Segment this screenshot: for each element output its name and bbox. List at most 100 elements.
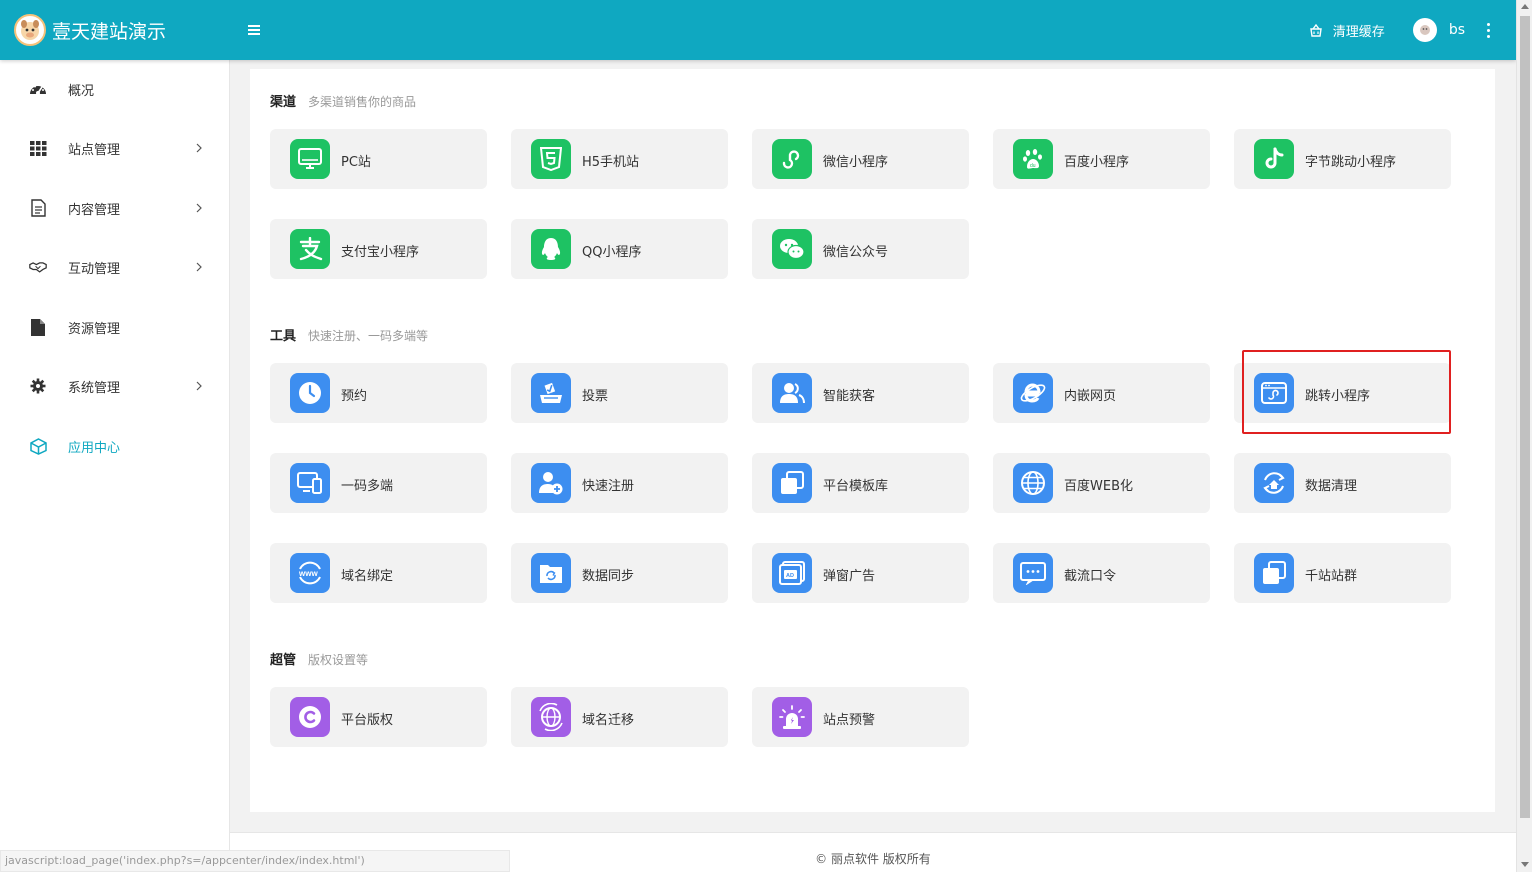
browser-status-url: javascript:load_page('index.php?s=/appce… [0, 850, 510, 872]
app-card-label: 百度WEB化 [1064, 479, 1133, 494]
app-card-label: 微信小程序 [823, 155, 889, 170]
clear-cache-label: 清理缓存 [1332, 24, 1385, 40]
sidebar-item-app-center[interactable]: 应用中心 [0, 426, 230, 466]
users-icon [772, 373, 812, 413]
app-title: 壹天建站演示 [52, 20, 167, 43]
app-card-bytedance-miniprogram[interactable]: 字节跳动小程序 [1234, 129, 1451, 189]
grid-icon [29, 139, 47, 157]
logo[interactable]: 壹天建站演示 [14, 14, 166, 46]
svg-text:AD: AD [786, 573, 794, 579]
app-card-label: 字节跳动小程序 [1305, 155, 1397, 170]
scrollbar-thumb[interactable] [1520, 16, 1530, 818]
copyright-icon [290, 697, 330, 737]
app-card-label: 数据清理 [1305, 479, 1358, 494]
app-card-label: 跳转小程序 [1305, 389, 1371, 404]
app-card-baidu-web[interactable]: 百度WEB化 [993, 453, 1210, 513]
app-card-pc-site[interactable]: PC站 [270, 129, 487, 189]
template-icon [772, 463, 812, 503]
app-card-template-library[interactable]: 平台模板库 [752, 453, 969, 513]
app-card-appointment[interactable]: 预约 [270, 363, 487, 423]
sidebar-item-system-manage[interactable]: 系统管理 [0, 366, 230, 406]
alarm-icon [772, 697, 812, 737]
page-scrollbar[interactable] [1516, 0, 1532, 872]
section-subtitle: 版权设置等 [308, 653, 369, 667]
monitor-icon [290, 139, 330, 179]
handshake-icon [29, 258, 47, 276]
app-card-label: 弹窗广告 [823, 569, 876, 584]
app-card-baidu-miniprogram[interactable]: du 百度小程序 [993, 129, 1210, 189]
app-card-h5-site[interactable]: H5手机站 [511, 129, 728, 189]
app-card-label: 一码多端 [341, 479, 394, 494]
app-card-quick-register[interactable]: 快速注册 [511, 453, 728, 513]
jump-miniprogram-icon [1254, 373, 1294, 413]
app-card-domain-binding[interactable]: www 域名绑定 [270, 543, 487, 603]
chevron-right-icon [196, 262, 202, 272]
chevron-right-icon [196, 203, 202, 213]
app-card-site-alert[interactable]: 站点预警 [752, 687, 969, 747]
app-card-data-clean[interactable]: 数据清理 [1234, 453, 1451, 513]
section-subtitle: 快速注册、一码多端等 [308, 329, 429, 343]
sidebar-item-overview[interactable]: 概况 [0, 69, 230, 109]
scroll-down-icon[interactable] [1521, 862, 1529, 867]
app-card-keyword-intercept[interactable]: 截流口令 [993, 543, 1210, 603]
add-user-icon [531, 463, 571, 503]
sidebar-item-label: 站点管理 [68, 142, 121, 158]
app-card-label: 千站站群 [1305, 569, 1358, 584]
chevron-right-icon [196, 381, 202, 391]
clock-icon [290, 373, 330, 413]
svg-text:www: www [298, 569, 318, 578]
app-card-label: 投票 [582, 389, 609, 404]
wechat-miniprogram-icon [772, 139, 812, 179]
sidebar-item-label: 内容管理 [68, 202, 121, 218]
app-card-vote[interactable]: 投票 [511, 363, 728, 423]
sidebar-item-label: 应用中心 [68, 440, 121, 456]
app-card-label: 微信公众号 [823, 245, 889, 260]
app-card-label: 数据同步 [582, 569, 635, 584]
dashboard-icon [29, 80, 47, 98]
app-card-alipay-miniprogram[interactable]: 支付宝小程序 [270, 219, 487, 279]
app-card-data-sync[interactable]: 数据同步 [511, 543, 728, 603]
app-card-wechat-miniprogram[interactable]: 微信小程序 [752, 129, 969, 189]
app-card-domain-migration[interactable]: 域名迁移 [511, 687, 728, 747]
sidebar-item-site-manage[interactable]: 站点管理 [0, 128, 230, 168]
sidebar-item-resource-manage[interactable]: 资源管理 [0, 307, 230, 347]
data-clean-icon [1254, 463, 1294, 503]
domain-migrate-icon [531, 697, 571, 737]
app-card-platform-copyright[interactable]: 平台版权 [270, 687, 487, 747]
menu-toggle-icon[interactable] [248, 21, 262, 39]
app-card-embedded-webpage[interactable]: 内嵌网页 [993, 363, 1210, 423]
chevron-right-icon [196, 143, 202, 153]
popup-ad-icon: AD [772, 553, 812, 593]
app-card-label: 域名迁移 [582, 713, 635, 728]
cube-icon [29, 437, 47, 455]
baidu-paw-icon: du [1013, 139, 1053, 179]
app-card-site-group[interactable]: 千站站群 [1234, 543, 1451, 603]
app-card-label: 百度小程序 [1064, 155, 1130, 170]
app-card-wechat-official-account[interactable]: 微信公众号 [752, 219, 969, 279]
tiktok-icon [1254, 139, 1294, 179]
app-card-label: H5手机站 [582, 155, 640, 170]
app-card-popup-ad[interactable]: AD 弹窗广告 [752, 543, 969, 603]
app-card-smart-lead[interactable]: 智能获客 [752, 363, 969, 423]
www-icon: www [290, 553, 330, 593]
sidebar-item-label: 资源管理 [68, 321, 121, 337]
clear-cache-button[interactable]: 清理缓存 [1309, 21, 1385, 40]
username: bs [1448, 22, 1465, 38]
scroll-up-icon[interactable] [1521, 4, 1529, 9]
user-menu[interactable]: bs [1412, 18, 1487, 42]
file-icon [29, 318, 47, 336]
app-card-jump-miniprogram[interactable]: 跳转小程序 [1234, 363, 1451, 423]
sidebar-item-label: 互动管理 [68, 261, 121, 277]
app-card-qq-miniprogram[interactable]: QQ小程序 [511, 219, 728, 279]
sidebar: 概况 站点管理 内容管理 互动管理 资源管理 系统管理 应用中心 [0, 60, 230, 872]
section-admin-header: 超管 版权设置等 [270, 649, 368, 668]
app-card-label: QQ小程序 [582, 245, 642, 260]
sidebar-item-interaction-manage[interactable]: 互动管理 [0, 247, 230, 287]
more-vertical-icon[interactable] [1487, 22, 1490, 38]
top-header: 壹天建站演示 清理缓存 bs [0, 0, 1516, 60]
app-card-label: 平台版权 [341, 713, 394, 728]
app-card-one-code-multi-end[interactable]: 一码多端 [270, 453, 487, 513]
section-subtitle: 多渠道销售你的商品 [308, 95, 417, 109]
app-card-label: PC站 [341, 155, 371, 170]
sidebar-item-content-manage[interactable]: 内容管理 [0, 188, 230, 228]
